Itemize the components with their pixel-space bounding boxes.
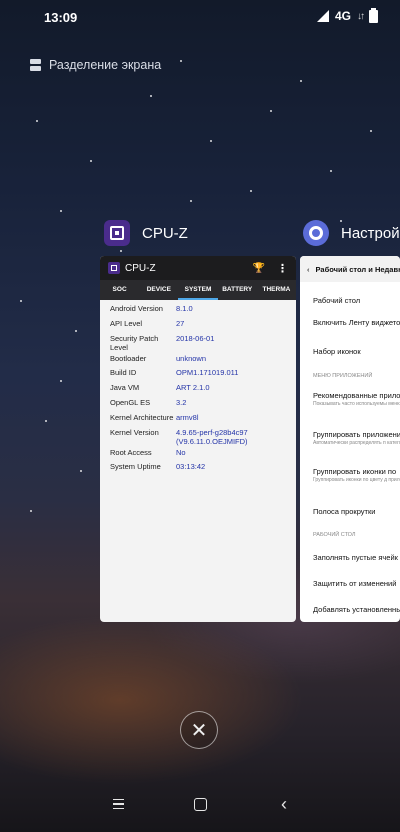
- table-row: Android Version 8.1.0: [100, 303, 296, 318]
- settings-item-label: Рабочий стол: [313, 296, 361, 305]
- navigation-bar: ‹: [0, 776, 400, 832]
- settings-item-label: Группировать приложени: [313, 430, 400, 439]
- row-value: ART 2.1.0: [176, 383, 210, 393]
- settings-item-label: Включить Ленту виджето: [313, 318, 400, 327]
- settings-item[interactable]: Группировать иконки по Группировать иконк…: [300, 467, 400, 483]
- settings-recent-card[interactable]: ‹ Рабочий стол и Недавн Рабочий стол Вклю…: [300, 256, 400, 622]
- signal-icon: [316, 10, 329, 22]
- row-key: API Level: [110, 318, 143, 328]
- settings-item[interactable]: Заполнять пустые ячейк: [300, 553, 400, 562]
- settings-card-header[interactable]: Настройк: [303, 220, 400, 246]
- cpuz-tab-device[interactable]: DEVICE: [139, 280, 178, 300]
- clear-all-button[interactable]: ✕: [180, 711, 218, 749]
- home-icon: [193, 797, 207, 811]
- row-value: 2018-06-01: [176, 333, 215, 343]
- table-row: API Level 27: [100, 318, 296, 333]
- settings-item-label: Набор иконок: [313, 347, 361, 356]
- cpuz-tab-system[interactable]: SYSTEM: [178, 280, 218, 300]
- settings-item[interactable]: Рабочий стол: [300, 296, 400, 305]
- table-row: Build ID OPM1.171019.011: [100, 367, 296, 382]
- row-value: 8.1.0: [176, 304, 193, 313]
- row-key: OpenGL ES: [110, 397, 151, 407]
- nav-recents-button[interactable]: [106, 792, 130, 816]
- row-key: Java VM: [110, 383, 140, 393]
- more-vert-icon: ⋮: [277, 262, 288, 275]
- settings-section-header: МЕНЮ ПРИЛОЖЕНИЙ: [313, 373, 373, 379]
- row-key: System Uptime: [110, 462, 161, 472]
- settings-item[interactable]: Добавлять установленны на Рабочий стол а…: [300, 605, 400, 614]
- menu-icon: [112, 798, 124, 810]
- cpuz-window-title: CPU-Z: [125, 262, 156, 274]
- row-value: 03:13:42: [176, 462, 206, 472]
- row-key: Build ID: [110, 368, 137, 378]
- cpuz-system-table: Android Version 8.1.0 API Level 27 Security …: [100, 300, 296, 476]
- settings-app-name: Настройк: [341, 224, 400, 242]
- cpuz-card-header[interactable]: CPU-Z: [104, 220, 188, 246]
- row-value: 3.2: [176, 397, 187, 407]
- table-row: System Uptime 03:13:42: [100, 461, 296, 476]
- status-bar: 13:09 4G ↓↑: [0, 0, 400, 36]
- split-screen-button[interactable]: Разделение экрана: [30, 58, 161, 72]
- settings-page-title: Рабочий стол и Недавн: [315, 264, 400, 274]
- settings-item[interactable]: Включить Ленту виджето: [300, 318, 400, 327]
- settings-section-header: РАБОЧИЙ СТОЛ: [313, 532, 356, 538]
- settings-item-subtitle: Группировать иконки по цвету д приложени…: [313, 477, 400, 483]
- data-arrows-icon: ↓↑: [357, 10, 365, 22]
- row-key: Kernel Version: [110, 427, 159, 437]
- row-key: Android Version: [110, 304, 163, 313]
- settings-item[interactable]: Набор иконок: [300, 347, 400, 356]
- table-row: Root Access No: [100, 447, 296, 462]
- table-row: Kernel Version 4.9.65-perf-g28b4c97 (V9.6…: [100, 427, 296, 447]
- settings-item[interactable]: Рекомендованные прило Показывать часто ис…: [300, 391, 400, 407]
- nav-home-button[interactable]: [188, 792, 212, 816]
- settings-item-label: Заполнять пустые ячейк: [313, 553, 398, 562]
- settings-item-label: Защитить от изменений: [313, 579, 397, 588]
- status-time: 13:09: [44, 10, 78, 25]
- close-icon: ✕: [190, 719, 208, 742]
- settings-item-label: Полоса прокрутки: [313, 507, 376, 516]
- split-screen-label: Разделение экрана: [49, 58, 162, 72]
- cpuz-app-icon: [104, 220, 130, 246]
- settings-item-label: Добавлять установленны на Рабочий стол а…: [313, 605, 400, 614]
- row-value: 27: [176, 318, 185, 328]
- battery-icon: [369, 7, 378, 23]
- row-value: No: [176, 447, 186, 457]
- cpuz-tab-soc[interactable]: SOC: [100, 280, 139, 300]
- row-value: unknown: [176, 353, 207, 363]
- cpuz-tab-therma[interactable]: THERMA: [257, 280, 296, 300]
- cpuz-tab-bar: SOC DEVICE SYSTEM BATTERY THERMA: [100, 280, 296, 300]
- settings-item[interactable]: Группировать приложени Автоматически расп…: [300, 430, 400, 446]
- back-icon: ‹: [281, 794, 287, 814]
- settings-toolbar: ‹ Рабочий стол и Недавн: [300, 256, 400, 282]
- settings-item[interactable]: Защитить от изменений: [300, 579, 400, 588]
- settings-item-subtitle: Показывать часто используемы меню: [313, 401, 400, 407]
- cpuz-mini-icon: [108, 262, 120, 274]
- cpuz-app-name: CPU-Z: [142, 224, 188, 242]
- trophy-icon: 🏆: [252, 262, 265, 274]
- split-screen-icon: [30, 59, 41, 71]
- table-row: Bootloader unknown: [100, 353, 296, 368]
- settings-app-icon: [303, 220, 329, 246]
- row-key: Kernel Architecture: [110, 412, 174, 422]
- row-value: OPM1.171019.011: [176, 368, 239, 378]
- cpuz-toolbar: CPU-Z 🏆 ⋮: [100, 256, 296, 280]
- network-type: 4G: [334, 9, 351, 23]
- row-value: armv8l: [176, 412, 199, 422]
- back-arrow-icon: ‹: [307, 264, 310, 274]
- table-row: Security Patch Level 2018-06-01: [100, 333, 296, 353]
- cpuz-recent-card[interactable]: CPU-Z 🏆 ⋮ SOC DEVICE SYSTEM BATTERY THERMA A…: [100, 256, 296, 622]
- settings-item-label: Рекомендованные прило: [313, 391, 400, 400]
- row-value: 4.9.65-perf-g28b4c97 (V9.6.11.0.OEJMIFD): [176, 427, 248, 446]
- settings-item-subtitle: Автоматически распределять п категориям: [313, 440, 400, 446]
- row-key: Root Access: [110, 447, 152, 457]
- table-row: OpenGL ES 3.2: [100, 397, 296, 412]
- row-key: Security Patch Level: [110, 333, 159, 352]
- table-row: Kernel Architecture armv8l: [100, 412, 296, 427]
- nav-back-button[interactable]: ‹: [272, 792, 296, 816]
- row-key: Bootloader: [110, 353, 147, 363]
- settings-item[interactable]: Полоса прокрутки: [300, 507, 400, 516]
- settings-item-label: Группировать иконки по: [313, 467, 397, 476]
- table-row: Java VM ART 2.1.0: [100, 382, 296, 397]
- cpuz-tab-battery[interactable]: BATTERY: [218, 280, 257, 300]
